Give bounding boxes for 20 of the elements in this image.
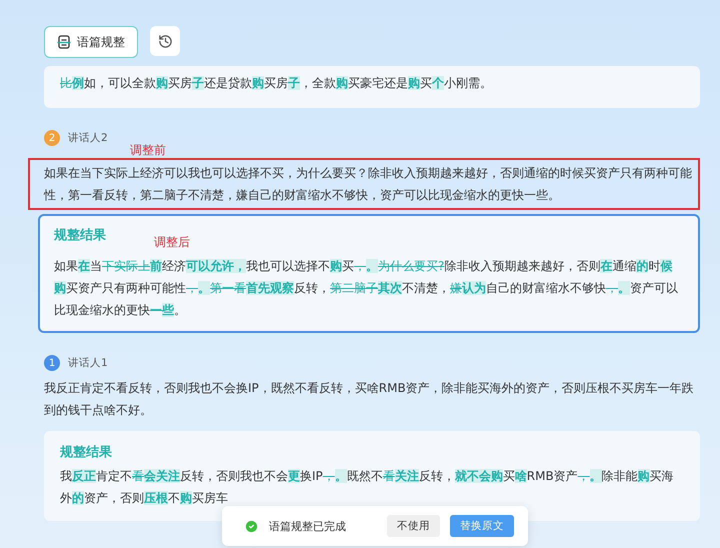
history-button[interactable] [150,26,180,56]
annotation-label: 调整后 [154,234,190,251]
original-text: 我反正肯定不看反转，否则我也不会换IP，既然不看反转，买啥RMB资产，除非能买海外的资产，否则压根不买房车一年跌到的钱干点啥不好。 [44,380,695,419]
check-icon [244,518,259,534]
document-icon [57,35,71,49]
tidy-button[interactable]: 语篇规整 [44,26,138,58]
toast-message: 语篇规整已完成 [269,518,347,534]
result-text: 我反正肯定不看会关注反转，否则我也不会更换IP，。既然不看关注反转，就不会购买啥RMB资产，。除非能购买海外的资产，否则压根不购买房车 [60,468,675,507]
result-title: 规整结果 [54,227,106,244]
speaker-number-badge: 1 [44,355,60,371]
decline-button[interactable]: 不使用 [387,515,440,537]
speaker-name: 讲话人1 [68,356,108,370]
result-title: 规整结果 [60,444,112,461]
speaker-number-badge: 2 [44,130,60,146]
annotation-label: 调整前 [130,142,166,158]
framed-original-text: 如果在当下实际上经济可以我也可以选择不买，为什么要买？除非收入预期越来越好，否则通缩的时候买资产只有两种可能性，第一看反转，第二脑子不清楚，嫌自己的财富缩水不够快，资产可以比现金缩水的更快一些。 [28,158,700,210]
result-text: 比例如，可以全款购买房子还是贷款购买房子，全款购买豪宅还是购买个小刚需。 [60,75,493,92]
result-text: 如果在当下实际上前经济可以允许，我也可以选择不购买，。为什么要买?除非收入预期越来越好，否则在通缩的时候购买资产只有两种可能性，。第一看首先观察反转，第二脑子其次不清楚，嫌认为自己的财富缩水不够快，。资产可以比现金缩水的更快一些。 [54,258,679,319]
speaker-name: 讲话人2 [68,131,108,145]
history-icon [158,34,172,48]
